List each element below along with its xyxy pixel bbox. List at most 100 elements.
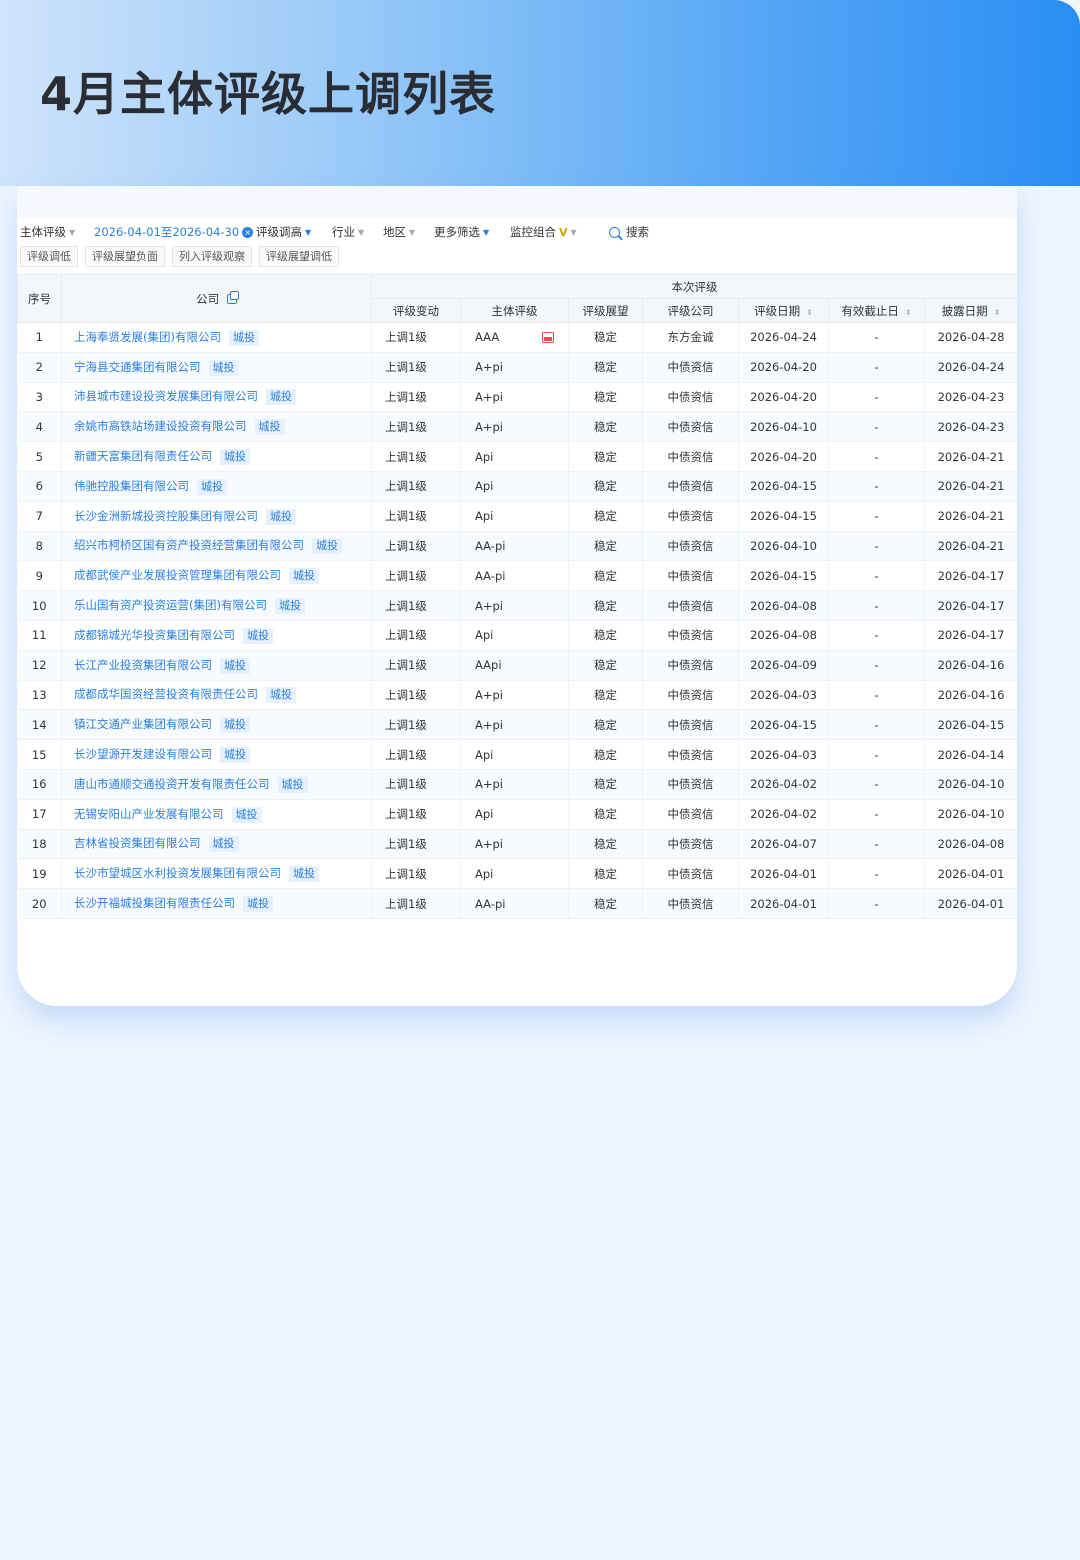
- header-company: 公司: [61, 274, 372, 323]
- company-link[interactable]: 成都武侯产业发展投资管理集团有限公司: [74, 568, 281, 582]
- table-row: 8 绍兴市柯桥区国有资产投资经营集团有限公司 城投 上调1级 AA-pi 稳定 中债资信 20…: [17, 531, 1017, 562]
- cell-change: 上调1级: [371, 352, 461, 383]
- company-link[interactable]: 长沙金洲新城投资控股集团有限公司: [74, 509, 258, 523]
- sort-icon[interactable]: ⬍: [905, 308, 912, 317]
- header-agency: 评级公司: [642, 298, 739, 323]
- tag-outlook-negative[interactable]: 评级展望负面: [85, 246, 165, 267]
- cell-expiry: -: [828, 799, 925, 830]
- cell-change: 上调1级: [371, 560, 461, 592]
- cell-disclose-date: 2026-04-14: [924, 739, 1017, 770]
- company-link[interactable]: 无锡安阳山产业发展有限公司: [74, 807, 224, 821]
- cell-change: 上调1级: [371, 620, 461, 651]
- cell-index: 11: [17, 620, 62, 651]
- cell-index: 9: [17, 560, 62, 592]
- company-link[interactable]: 成都成华国资经营投资有限责任公司: [74, 687, 258, 701]
- table-row: 18 吉林省投资集团有限公司 城投 上调1级 A+pi 稳定 中债资信 2026-04-07-…: [17, 829, 1017, 860]
- cell-rating-date: 2026-04-09: [738, 650, 829, 681]
- filter-rating-up-label: 评级调高: [256, 225, 302, 239]
- cell-rating: A+pi: [460, 590, 569, 621]
- cell-rating-date: 2026-04-20: [738, 441, 829, 472]
- company-link[interactable]: 吉林省投资集团有限公司: [74, 836, 201, 850]
- copy-icon[interactable]: [226, 290, 239, 304]
- header-expiry-label: 有效截止日: [841, 303, 899, 318]
- table-card: 主体评级 ▼ 2026-04-01至2026-04-30 × 评级调高 ▼ 行业…: [17, 186, 1017, 1006]
- filter-monitor[interactable]: 监控组合 V ▼: [510, 224, 577, 240]
- cell-outlook: 稳定: [568, 620, 643, 651]
- cell-agency: 中债资信: [642, 531, 739, 562]
- filter-subject-rating[interactable]: 主体评级 ▼: [20, 224, 75, 240]
- cell-rating: A+pi: [460, 352, 569, 383]
- company-link[interactable]: 宁海县交通集团有限公司: [74, 360, 201, 374]
- cell-change: 上调1级: [371, 382, 461, 413]
- header-disclose[interactable]: 披露日期 ⬍: [923, 298, 1017, 323]
- company-link[interactable]: 上海奉贤发展(集团)有限公司: [74, 330, 221, 344]
- header-rating-date[interactable]: 评级日期 ⬍: [738, 298, 829, 323]
- cell-rating: AA-pi: [460, 888, 569, 919]
- cell-disclose-date: 2026-04-16: [924, 680, 1017, 711]
- cell-agency: 东方金诚: [642, 322, 739, 353]
- cell-company: 伟驰控股集团有限公司 城投: [61, 471, 372, 502]
- company-link[interactable]: 余姚市高铁站场建设投资有限公司: [74, 419, 247, 433]
- filter-industry[interactable]: 行业 ▼: [332, 224, 364, 240]
- rating-value: Api: [475, 747, 494, 762]
- cell-rating: A+pi: [460, 709, 569, 741]
- company-link[interactable]: 镇江交通产业集团有限公司: [74, 717, 212, 731]
- cell-index: 19: [17, 858, 62, 890]
- cell-rating-date: 2026-04-15: [738, 560, 829, 592]
- caret-down-icon: ▼: [305, 227, 312, 237]
- company-link[interactable]: 长沙开福城投集团有限责任公司: [74, 896, 235, 910]
- cell-disclose-date: 2026-04-15: [924, 709, 1017, 741]
- tag-rating-down[interactable]: 评级调低: [20, 246, 78, 267]
- company-link[interactable]: 绍兴市柯桥区国有资产投资经营集团有限公司: [74, 538, 304, 552]
- header-banner: 4月主体评级上调列表: [0, 0, 1080, 186]
- filter-region[interactable]: 地区 ▼: [383, 224, 415, 240]
- cell-change: 上调1级: [371, 769, 461, 800]
- cell-disclose-date: 2026-04-23: [924, 411, 1017, 443]
- company-link[interactable]: 长江产业投资集团有限公司: [74, 658, 212, 672]
- table-row: 11 成都锦城光华投资集团有限公司 城投 上调1级 Api 稳定 中债资信 2026-04-0…: [17, 620, 1017, 651]
- cell-agency: 中债资信: [642, 560, 739, 592]
- table-row: 15 长沙望源开发建设有限公司 城投 上调1级 Api 稳定 中债资信 2026-04-03-…: [17, 739, 1017, 770]
- cell-change: 上调1级: [371, 471, 461, 502]
- cell-rating-date: 2026-04-08: [738, 590, 829, 621]
- tag-rating-watch[interactable]: 列入评级观察: [172, 246, 252, 267]
- company-link[interactable]: 伟驰控股集团有限公司: [74, 479, 189, 493]
- company-link[interactable]: 沛县城市建设投资发展集团有限公司: [74, 389, 258, 403]
- company-link[interactable]: 新疆天富集团有限责任公司: [74, 449, 212, 463]
- chengtou-tag: 城投: [277, 776, 308, 793]
- header-expiry[interactable]: 有效截止日 ⬍: [828, 298, 925, 323]
- cell-change: 上调1级: [371, 531, 461, 562]
- cell-disclose-date: 2026-04-28: [924, 322, 1017, 353]
- company-link[interactable]: 成都锦城光华投资集团有限公司: [74, 628, 235, 642]
- cell-outlook: 稳定: [568, 590, 643, 621]
- cell-outlook: 稳定: [568, 709, 643, 741]
- chengtou-tag: 城投: [220, 657, 250, 674]
- sort-icon[interactable]: ⬍: [806, 308, 813, 317]
- tag-outlook-down[interactable]: 评级展望调低: [259, 246, 339, 267]
- cell-disclose-date: 2026-04-10: [924, 769, 1017, 800]
- filter-date-range[interactable]: 2026-04-01至2026-04-30 ×: [94, 224, 254, 240]
- cell-outlook: 稳定: [568, 769, 643, 800]
- filter-rating-up[interactable]: 评级调高 ▼: [256, 224, 311, 240]
- search-button[interactable]: 搜索: [609, 224, 649, 240]
- cell-rating: Api: [460, 501, 569, 532]
- cell-index: 14: [17, 709, 62, 741]
- cell-rating: Api: [460, 471, 569, 502]
- sort-icon[interactable]: ⬍: [994, 308, 1001, 317]
- cell-change: 上调1级: [371, 590, 461, 621]
- company-link[interactable]: 唐山市通顺交通投资开发有限责任公司: [74, 777, 270, 791]
- filter-monitor-label: 监控组合: [510, 225, 556, 239]
- company-link[interactable]: 乐山国有资产投资运营(集团)有限公司: [74, 598, 267, 612]
- company-link[interactable]: 长沙望源开发建设有限公司: [74, 747, 212, 761]
- cell-expiry: -: [828, 501, 925, 532]
- cell-expiry: -: [828, 858, 925, 890]
- cell-disclose-date: 2026-04-08: [924, 829, 1017, 860]
- filter-subject-rating-label: 主体评级: [20, 225, 66, 239]
- clear-icon[interactable]: ×: [242, 226, 254, 238]
- chengtou-tag: 城投: [254, 419, 285, 436]
- filter-more[interactable]: 更多筛选 ▼: [434, 224, 489, 240]
- company-link[interactable]: 长沙市望城区水利投资发展集团有限公司: [74, 866, 281, 880]
- cell-outlook: 稳定: [568, 680, 643, 711]
- cell-disclose-date: 2026-04-24: [924, 352, 1017, 383]
- pdf-icon[interactable]: [542, 332, 554, 343]
